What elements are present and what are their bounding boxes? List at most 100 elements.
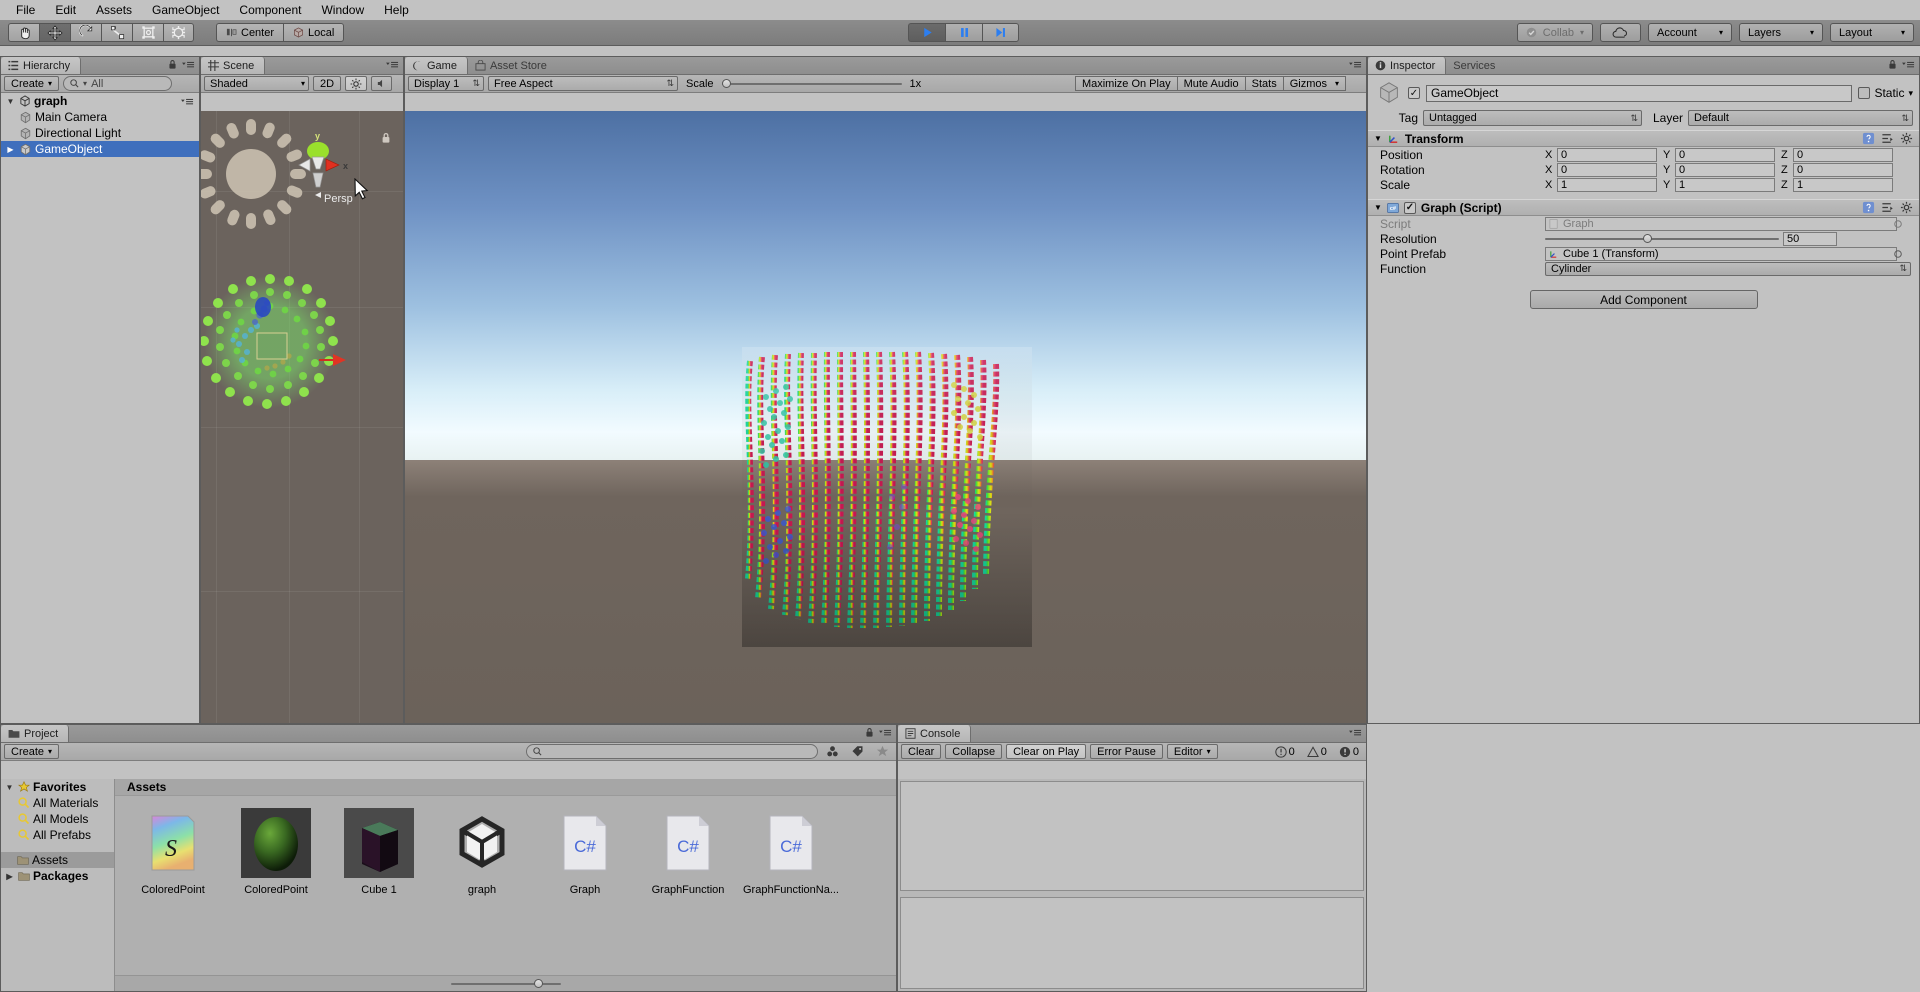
- tab-hierarchy[interactable]: Hierarchy: [1, 57, 82, 74]
- hierarchy-scene-row[interactable]: ▼ graph: [1, 93, 199, 109]
- lock-icon[interactable]: [865, 727, 874, 738]
- project-tree-all-models[interactable]: All Models: [1, 811, 114, 827]
- scene-viewport[interactable]: y x Persp: [201, 111, 403, 723]
- menu-item-edit[interactable]: Edit: [45, 2, 86, 18]
- project-filter-label-button[interactable]: [847, 744, 868, 759]
- hand-tool-button[interactable]: [8, 23, 39, 42]
- layout-button[interactable]: Layout ▾: [1830, 23, 1914, 42]
- scale-y-input[interactable]: 1: [1675, 177, 1775, 192]
- asset-item-graphfunctionname-script[interactable]: C# GraphFunctionNa...: [743, 808, 839, 896]
- rotation-y-input[interactable]: 0: [1675, 162, 1775, 177]
- project-zoom-slider[interactable]: [450, 978, 561, 988]
- scene-move-handle-x[interactable]: [319, 353, 349, 369]
- tab-console[interactable]: Console: [898, 725, 972, 742]
- hierarchy-create-button[interactable]: Create ▾: [4, 76, 60, 91]
- resolution-input[interactable]: 50: [1783, 231, 1837, 246]
- chevron-right-icon[interactable]: ▶: [4, 872, 15, 881]
- preset-icon[interactable]: [1881, 132, 1894, 145]
- console-collapse-toggle[interactable]: Collapse: [945, 744, 1003, 759]
- add-component-button[interactable]: Add Component: [1529, 290, 1758, 309]
- tab-inspector[interactable]: Inspector: [1368, 57, 1447, 74]
- pivot-mode-button[interactable]: Center: [216, 23, 284, 42]
- menu-item-assets[interactable]: Assets: [86, 2, 142, 18]
- menu-item-file[interactable]: File: [6, 2, 45, 18]
- scene-shading-dropdown[interactable]: Shaded ▾: [204, 76, 309, 91]
- console-warning-count[interactable]: 0: [1303, 746, 1331, 758]
- space-mode-button[interactable]: Local: [283, 23, 345, 42]
- game-gizmos-dropdown[interactable]: Gizmos ▾: [1283, 76, 1346, 91]
- chevron-down-icon[interactable]: ▾: [1908, 88, 1913, 99]
- tab-project[interactable]: Project: [1, 725, 70, 742]
- scene-lock-icon[interactable]: [381, 132, 391, 144]
- help-icon[interactable]: [1862, 201, 1875, 214]
- project-tree-all-prefabs[interactable]: All Prefabs: [1, 827, 114, 843]
- resolution-slider[interactable]: [1545, 233, 1779, 243]
- console-clear-button[interactable]: Clear: [901, 744, 942, 759]
- game-maximize-toggle[interactable]: Maximize On Play: [1074, 76, 1178, 91]
- asset-item-cube1-prefab[interactable]: Cube 1: [341, 808, 417, 896]
- game-viewport[interactable]: [405, 111, 1366, 723]
- asset-item-coloredpoint-material[interactable]: ColoredPoint: [238, 808, 314, 896]
- project-favorites-button[interactable]: [872, 744, 893, 759]
- game-stats-toggle[interactable]: Stats: [1245, 76, 1284, 91]
- menu-item-help[interactable]: Help: [374, 2, 419, 18]
- project-tree-all-materials[interactable]: All Materials: [1, 795, 114, 811]
- chevron-down-icon[interactable]: ▼: [4, 783, 15, 792]
- preset-icon[interactable]: [1881, 201, 1894, 214]
- asset-item-coloredpoint-shader[interactable]: S ColoredPoint: [135, 808, 211, 896]
- project-search-input[interactable]: [526, 744, 818, 759]
- scale-z-input[interactable]: 1: [1793, 177, 1893, 192]
- cloud-button[interactable]: [1600, 23, 1641, 42]
- chevron-down-icon[interactable]: ▼: [5, 97, 16, 106]
- scale-tool-button[interactable]: [101, 23, 132, 42]
- tab-services[interactable]: Services: [1446, 57, 1505, 74]
- play-button[interactable]: [908, 23, 945, 42]
- transform-component-header[interactable]: ▼ Transform: [1368, 130, 1919, 147]
- object-picker-icon[interactable]: [1893, 249, 1903, 259]
- object-name-input[interactable]: GameObject: [1426, 84, 1853, 102]
- project-tree-assets[interactable]: Assets: [1, 852, 114, 868]
- asset-item-graph-script[interactable]: C# Graph: [547, 808, 623, 896]
- object-picker-icon[interactable]: [1893, 219, 1903, 229]
- game-display-dropdown[interactable]: Display 1 ⇅: [408, 76, 484, 91]
- lock-icon[interactable]: [168, 59, 177, 70]
- project-tree-favorites[interactable]: ▼ Favorites: [1, 779, 114, 795]
- hierarchy-item-main-camera[interactable]: Main Camera: [1, 109, 199, 125]
- scene-audio-toggle[interactable]: [371, 76, 393, 91]
- game-mute-toggle[interactable]: Mute Audio: [1177, 76, 1246, 91]
- panel-menu-icon[interactable]: [1348, 727, 1362, 738]
- lock-icon[interactable]: [1888, 59, 1897, 70]
- console-info-count[interactable]: 0: [1271, 746, 1299, 758]
- static-checkbox[interactable]: [1858, 87, 1871, 99]
- layers-button[interactable]: Layers ▾: [1739, 23, 1823, 42]
- step-button[interactable]: [982, 23, 1019, 42]
- asset-item-graphfunction-script[interactable]: C# GraphFunction: [650, 808, 726, 896]
- menu-item-window[interactable]: Window: [311, 2, 374, 18]
- script-object-field[interactable]: Graph: [1545, 216, 1897, 231]
- console-editor-dropdown[interactable]: Editor ▾: [1166, 744, 1218, 759]
- tab-asset-store[interactable]: Asset Store: [468, 57, 557, 74]
- position-z-input[interactable]: 0: [1793, 147, 1893, 162]
- panel-menu-icon[interactable]: [878, 727, 892, 738]
- console-error-count[interactable]: 0: [1335, 746, 1363, 758]
- console-error-pause-toggle[interactable]: Error Pause: [1090, 744, 1163, 759]
- transform-tool-button[interactable]: [163, 23, 194, 42]
- graph-script-component-header[interactable]: ▼ c# ✓ Graph (Script): [1368, 199, 1919, 216]
- collab-button[interactable]: Collab ▾: [1516, 23, 1593, 42]
- menu-item-component[interactable]: Component: [229, 2, 311, 18]
- chevron-right-icon[interactable]: ▶: [5, 145, 16, 154]
- position-y-input[interactable]: 0: [1675, 147, 1775, 162]
- panel-menu-icon[interactable]: [1901, 59, 1915, 70]
- rect-tool-button[interactable]: [132, 23, 163, 42]
- hierarchy-item-gameobject[interactable]: ▶ GameObject: [1, 141, 199, 157]
- gear-icon[interactable]: [1900, 201, 1913, 214]
- scene-2d-toggle[interactable]: 2D: [313, 76, 342, 91]
- menu-item-gameobject[interactable]: GameObject: [142, 2, 229, 18]
- chevron-down-icon[interactable]: ▼: [1374, 134, 1382, 143]
- hierarchy-search-input[interactable]: ▾ All: [63, 76, 172, 91]
- rotation-x-input[interactable]: 0: [1557, 162, 1657, 177]
- asset-item-graph-scene[interactable]: graph: [444, 808, 520, 896]
- tab-scene[interactable]: Scene: [201, 57, 266, 74]
- console-message-list[interactable]: [900, 781, 1364, 891]
- project-tree-packages[interactable]: ▶ Packages: [1, 868, 114, 884]
